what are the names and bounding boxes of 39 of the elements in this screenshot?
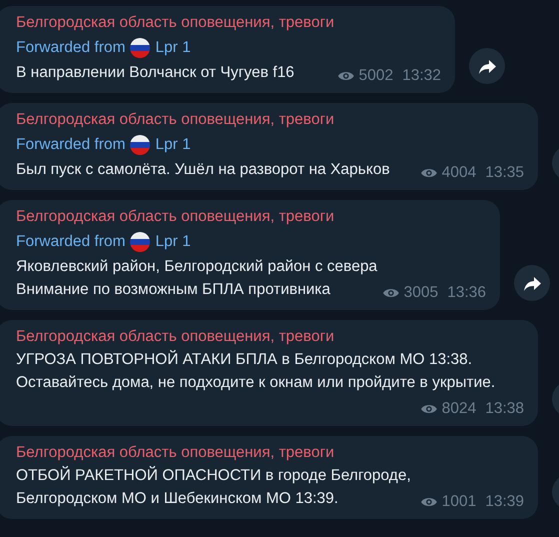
message-time: 13:38 xyxy=(485,399,524,419)
channel-name[interactable]: Белгородская область оповещения, тревоги xyxy=(16,12,441,34)
channel-name[interactable]: Белгородская область оповещения, тревоги xyxy=(16,326,524,348)
forwarded-source[interactable]: Lpr 1 xyxy=(155,232,191,250)
message-text: Оставайтесь дома, не подходите к окнам или пройдите в укрытие. xyxy=(16,374,496,391)
message-text: В направлении Волчанск от Чугуев f16 xyxy=(16,64,294,81)
view-count: 3005 xyxy=(404,283,438,303)
message-text: ОТБОЙ РАКЕТНОЙ ОПАСНОСТИ в городе Белгороде, xyxy=(16,467,411,484)
message-time: 13:36 xyxy=(447,283,486,303)
channel-name[interactable]: Белгородская область оповещения, тревоги xyxy=(16,442,524,464)
eye-icon xyxy=(420,166,438,180)
forwarded-label: Forwarded from xyxy=(16,136,126,154)
share-button[interactable] xyxy=(469,48,505,84)
flag-avatar-icon xyxy=(130,134,150,154)
eye-icon xyxy=(336,69,355,83)
flag-avatar-icon xyxy=(130,38,150,58)
message-time: 13:35 xyxy=(485,163,524,183)
eye-icon xyxy=(382,286,400,300)
message-time: 13:39 xyxy=(485,492,524,512)
channel-name[interactable]: Белгородская область оповещения, тревоги xyxy=(16,206,486,228)
share-button[interactable] xyxy=(514,265,550,301)
forwarded-source[interactable]: Lpr 1 xyxy=(155,136,191,154)
message-text: Внимание по возможным БПЛА противника xyxy=(16,281,330,298)
view-count: 5002 xyxy=(358,66,394,86)
message-text: Яковлевский район, Белгородский район с севера xyxy=(16,258,378,275)
eye-icon xyxy=(420,495,438,509)
view-count: 4004 xyxy=(442,163,476,183)
forwarded-label: Forwarded from xyxy=(16,38,126,56)
view-count: 1001 xyxy=(442,492,476,512)
forwarded-source[interactable]: Lpr 1 xyxy=(155,38,191,56)
message-text: УГРОЗА ПОВТОРНОЙ АТАКИ БПЛА в Белгородском МО 13:38. xyxy=(16,351,472,368)
message-text: Белгородском МО и Шебекинском МО 13:39. xyxy=(16,490,338,507)
forwarded-label: Forwarded from xyxy=(16,232,126,250)
flag-avatar-icon xyxy=(130,232,150,252)
view-count: 8024 xyxy=(442,399,476,419)
channel-name[interactable]: Белгородская область оповещения, тревоги xyxy=(16,109,524,131)
message-time: 13:32 xyxy=(402,66,441,86)
eye-icon xyxy=(420,402,438,416)
message-text: Был пуск с самолёта. Ушёл на разворот на Харьков xyxy=(16,161,390,178)
